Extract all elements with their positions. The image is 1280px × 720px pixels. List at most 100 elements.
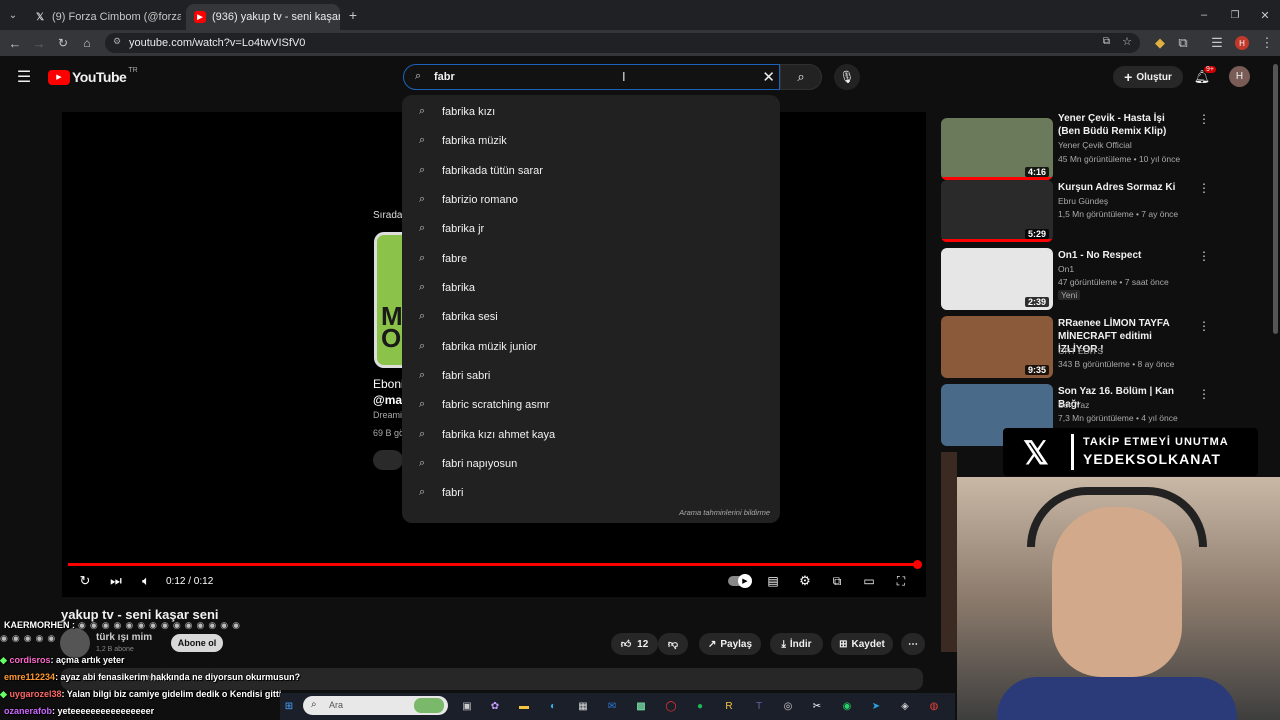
suggestion-item[interactable]: ⌕ fabric scratching asmr (402, 390, 780, 419)
suggestion-item[interactable]: ⌕ fabri napıyosun (402, 449, 780, 478)
browser-menu-icon[interactable]: ⋮ (1257, 33, 1277, 53)
progress-bar[interactable] (68, 563, 920, 566)
forward-icon[interactable]: → (29, 33, 49, 53)
more-actions-icon[interactable]: ⋮ (1198, 387, 1210, 401)
tab-yakup-tv[interactable]: ▶ (936) yakup tv - seni kaşar seni ✕ (186, 4, 340, 30)
related-thumbnail[interactable]: 2:39 (941, 248, 1053, 310)
bookmark-star-icon[interactable]: ☆ (1122, 35, 1132, 48)
related-channel[interactable]: On1 (1058, 264, 1074, 274)
search-button[interactable]: ⌕ (780, 64, 822, 90)
suggestion-item[interactable]: ⌕ fabrika kızı (402, 97, 780, 126)
suggestion-item[interactable]: ⌕ fabrika müzik (402, 126, 780, 155)
file-explorer-icon[interactable]: ▬ (515, 697, 533, 715)
capcut-icon[interactable]: ✂ (808, 697, 826, 715)
site-info-icon[interactable]: ⚙ (113, 36, 121, 47)
settings-gear-icon[interactable]: ⚙ (796, 572, 814, 590)
minimize-button[interactable]: – (1195, 6, 1213, 24)
create-button[interactable]: + Oluştur (1113, 66, 1183, 88)
back-icon[interactable]: ← (5, 33, 25, 53)
related-thumbnail[interactable]: 4:16 (941, 118, 1053, 180)
account-avatar[interactable]: H (1229, 66, 1250, 87)
suggestion-item[interactable]: ⌕ fabrika kızı ahmet kaya (402, 420, 780, 449)
save-button[interactable]: ⊞ Kaydet (831, 633, 893, 655)
more-actions-icon[interactable]: ⋮ (1198, 319, 1210, 333)
replay-icon[interactable]: ↻ (76, 572, 94, 590)
window-close-button[interactable]: ✕ (1256, 6, 1274, 24)
dislike-button[interactable]: 👎︎ (658, 633, 688, 655)
reading-list-icon[interactable]: ☰ (1207, 33, 1227, 53)
more-actions-icon[interactable]: ⋮ (1198, 181, 1210, 195)
menu-icon[interactable]: ☰ (15, 68, 33, 86)
related-channel[interactable]: Ebru Gündeş (1058, 196, 1108, 206)
install-icon[interactable]: ⧉ (1103, 36, 1110, 47)
clear-search-icon[interactable]: ✕ (762, 68, 775, 86)
spotify-icon[interactable]: ● (691, 697, 709, 715)
theater-mode-icon[interactable]: ▭ (860, 572, 878, 590)
autoplay-toggle[interactable]: ▶ (727, 572, 752, 590)
copilot-icon[interactable]: ✿ (486, 697, 504, 715)
related-thumbnail[interactable]: 5:29 (941, 180, 1053, 242)
suggestion-item[interactable]: ⌕ fabrika (402, 273, 780, 302)
more-button[interactable]: ⋯ (901, 633, 925, 655)
store-icon[interactable]: ▦ (574, 697, 592, 715)
suggestion-item[interactable]: ⌕ fabrika jr (402, 214, 780, 243)
tab-forza-cimbom[interactable]: 𝕏 (9) Forza Cimbom (@forzacimb ✕ (26, 4, 181, 30)
youtube-logo[interactable]: ▶ YouTube TR (48, 67, 138, 85)
suggestion-item[interactable]: ⌕ fabrika sesi (402, 302, 780, 331)
subscribe-button[interactable]: Abone ol (171, 634, 223, 652)
edge-icon[interactable]: ◐ (544, 697, 562, 715)
app-r-icon[interactable]: R (720, 697, 738, 715)
related-title[interactable]: On1 - No Respect (1058, 249, 1188, 262)
suggestion-item[interactable]: ⌕ fabrikada tütün sarar (402, 156, 780, 185)
telegram-icon[interactable]: ➤ (867, 697, 885, 715)
search-input[interactable]: ⌕ fabr I ✕ (403, 64, 780, 90)
url-bar[interactable]: ⚙ youtube.com/watch?v=Lo4twVISfV0 ⧉ ☆ (105, 33, 1140, 53)
volume-icon[interactable]: 🔈︎ (137, 572, 155, 590)
taskbar-search[interactable]: ⌕ Ara (303, 696, 448, 715)
related-title[interactable]: Kurşun Adres Sormaz Ki (1058, 181, 1188, 194)
whatsapp-icon[interactable]: ◉ (838, 697, 856, 715)
subtitles-icon[interactable]: ▤ (764, 572, 782, 590)
voice-search-icon[interactable]: 🎙 (834, 64, 860, 90)
reload-icon[interactable]: ↻ (53, 33, 73, 53)
share-button[interactable]: ↗ Paylaş (699, 633, 761, 655)
obs-icon[interactable]: ◎ (779, 697, 797, 715)
extension-icon[interactable]: ◆ (1150, 33, 1170, 53)
maximize-button[interactable]: ❐ (1226, 6, 1244, 24)
windows-start-icon[interactable]: ⊞ (280, 697, 298, 715)
more-actions-icon[interactable]: ⋮ (1198, 112, 1210, 126)
related-channel[interactable]: Son Yaz (1058, 400, 1089, 410)
fullscreen-icon[interactable]: ⛶ (892, 572, 910, 590)
teams-icon[interactable]: T (750, 697, 768, 715)
app-icon[interactable]: ◈ (896, 697, 914, 715)
suggestion-item[interactable]: ⌕ fabri (402, 478, 780, 507)
scrollbar[interactable] (1273, 64, 1278, 334)
related-channel[interactable]: Yener Çevik Official (1058, 140, 1132, 150)
opera-icon[interactable]: ◯ (662, 697, 680, 715)
outlook-icon[interactable]: ✉ (603, 697, 621, 715)
next-icon[interactable]: ⏭ (107, 572, 125, 590)
related-thumbnail-partial[interactable] (941, 452, 957, 652)
new-tab-button[interactable]: + (345, 7, 361, 23)
chrome-icon[interactable]: ◍ (925, 697, 943, 715)
suggestion-item[interactable]: ⌕ fabri sabri (402, 361, 780, 390)
up-next-cancel-button[interactable] (373, 450, 403, 470)
like-button[interactable]: 👍︎ 12 (611, 633, 658, 655)
profile-avatar[interactable]: H (1235, 36, 1249, 50)
channel-name[interactable]: türk ışı mim (96, 632, 152, 643)
channel-avatar[interactable] (60, 628, 90, 658)
related-channel[interactable]: GRT EDİTS (1058, 346, 1103, 356)
tab-search-icon[interactable]: ⌄ (4, 6, 22, 24)
suggestion-item[interactable]: ⌕ fabrizio romano (402, 185, 780, 214)
suggestion-item[interactable]: ⌕ fabre (402, 244, 780, 273)
related-title[interactable]: Yener Çevik - Hasta İşi (Ben Büdü Remix … (1058, 112, 1188, 138)
suggestion-item[interactable]: ⌕ fabrika müzik junior (402, 332, 780, 361)
task-view-icon[interactable]: ▣ (458, 697, 476, 715)
more-actions-icon[interactable]: ⋮ (1198, 249, 1210, 263)
extensions-puzzle-icon[interactable]: ⧉ (1173, 33, 1193, 53)
app-icon[interactable]: ▩ (632, 697, 650, 715)
progress-scrubber[interactable] (913, 560, 922, 569)
home-icon[interactable]: ⌂ (77, 33, 97, 53)
related-thumbnail[interactable]: 9:35 (941, 316, 1053, 378)
miniplayer-icon[interactable]: ⧉ (828, 572, 846, 590)
